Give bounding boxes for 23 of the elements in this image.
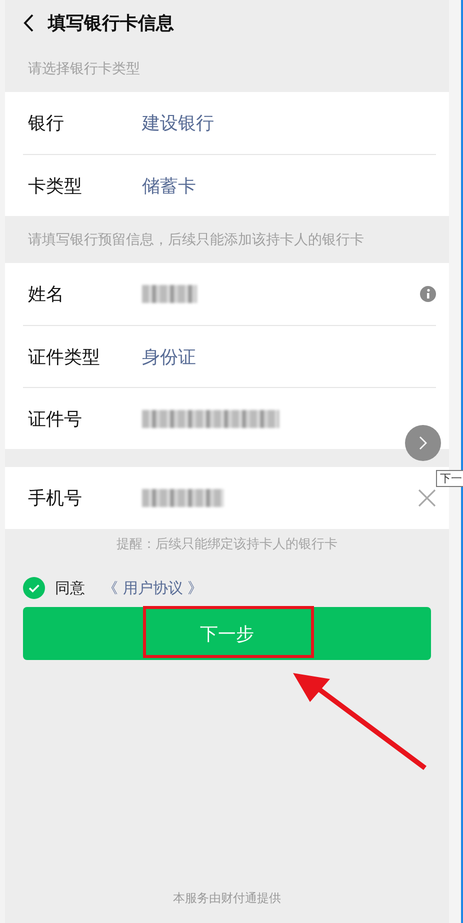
field-label: 姓名 [27,283,65,306]
field-label: 银行 [27,112,65,135]
clear-icon[interactable] [418,489,436,507]
page-title: 填写银行卡信息 [48,12,174,34]
section-caption: 请选择银行卡类型 [28,60,140,78]
hint-text: 提醒：后续只能绑定该持卡人的银行卡 [116,536,338,554]
blurred-text [142,285,197,303]
field-label: 手机号 [27,487,83,510]
footer-text: 本服务由财付通提供 [172,890,282,907]
agree-label: 同意 [55,578,85,598]
back-icon[interactable] [23,14,34,32]
tooltip: 下一 [436,470,463,487]
field-value[interactable]: 建设银行 [142,111,214,135]
info-icon[interactable] [420,286,436,302]
section-caption: 请填写银行预留信息，后续只能添加该持卡人的银行卡 [28,230,364,248]
checkbox[interactable] [23,577,45,599]
field-label: 证件类型 [27,346,101,368]
field-label: 证件号 [27,408,83,430]
field-value[interactable]: 身份证 [142,344,196,368]
chevron-icon [419,436,427,450]
agreement-link[interactable]: 《 用户协议 》 [103,578,203,598]
field-value[interactable]: 储蓄卡 [142,174,196,198]
field-label: 卡类型 [27,174,83,198]
